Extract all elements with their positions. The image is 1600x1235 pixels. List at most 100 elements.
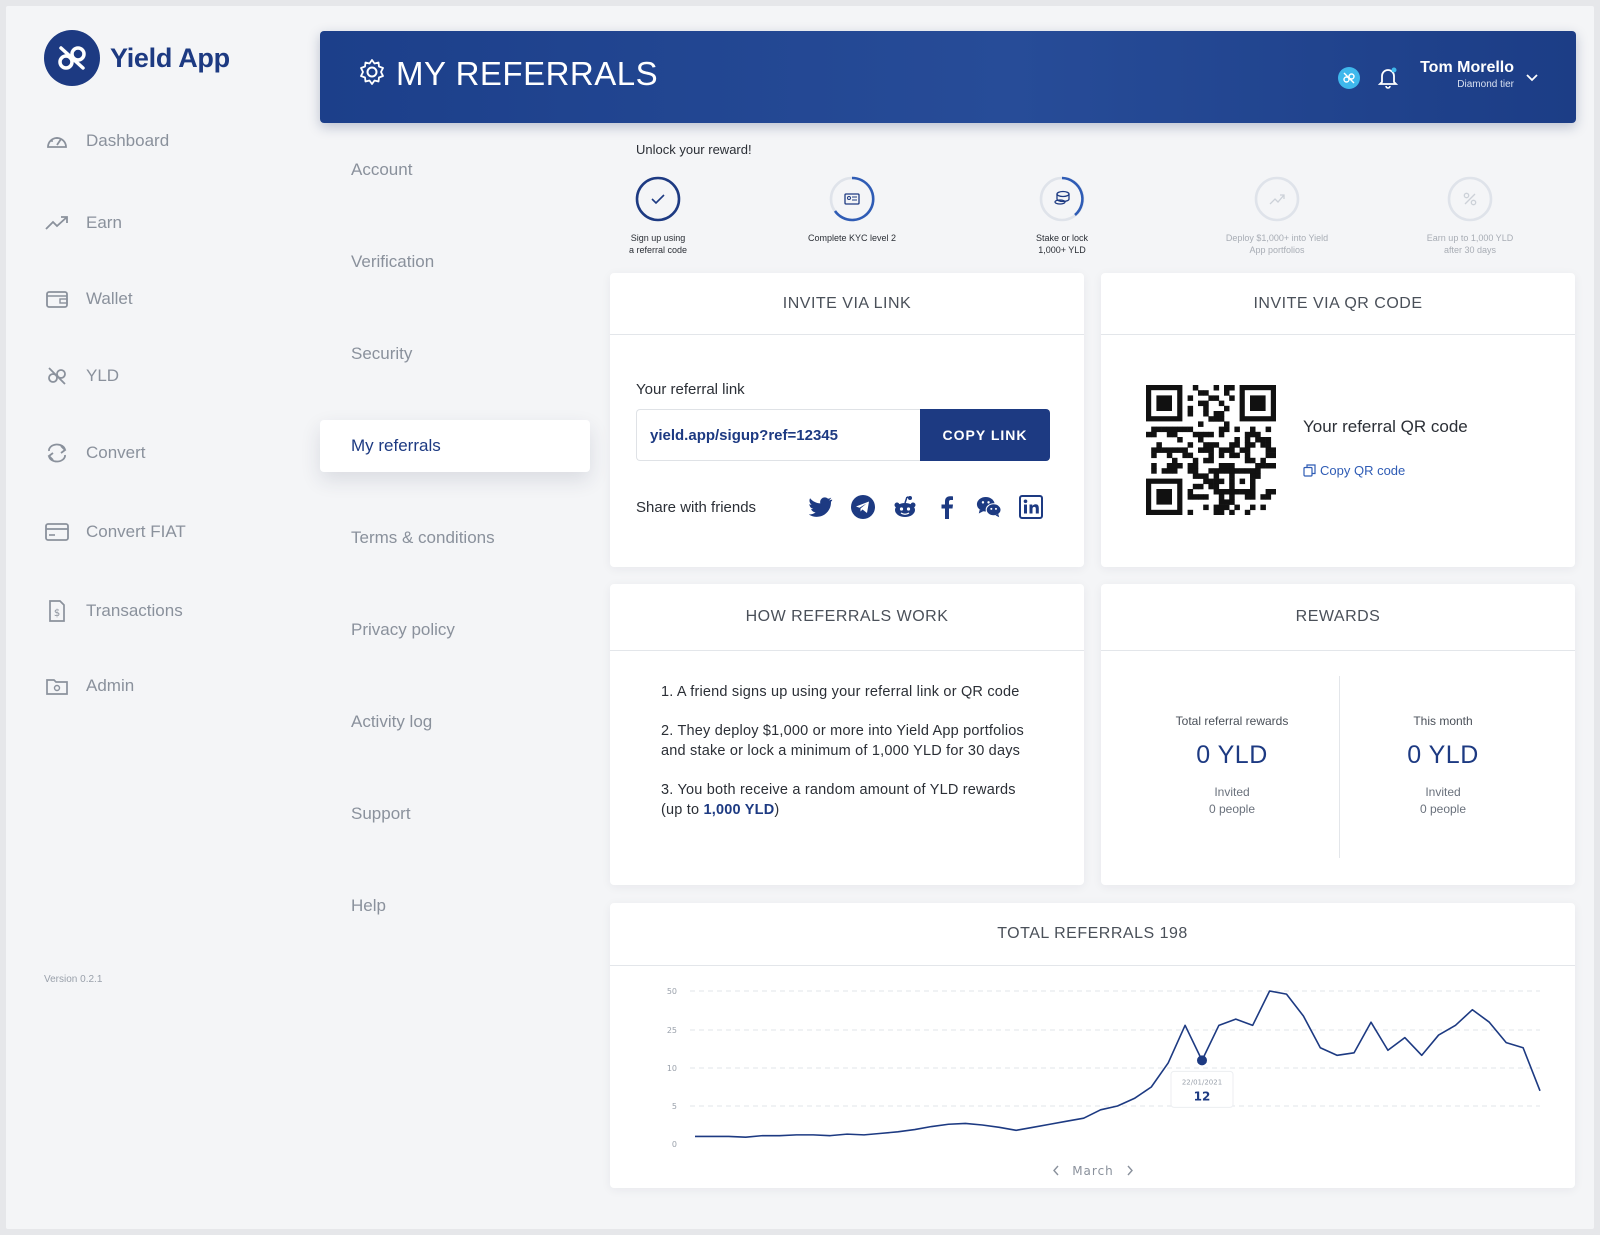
receipt-icon: $ [44,600,70,622]
yield-logo-icon [44,30,100,86]
step-kyc: Complete KYC level 2 [777,175,927,244]
total-rewards: Total referral rewards 0 YLD Invited 0 pe… [1127,714,1337,818]
sidebar-item-label: Earn [86,213,122,232]
dashboard-icon [44,130,70,152]
sidebar-item-convert[interactable]: Convert [44,438,264,468]
tab-help[interactable]: Help [320,880,590,932]
twitter-icon[interactable] [808,494,834,520]
sidebar-item-convert-fiat[interactable]: Convert FIAT [44,517,264,547]
chevron-right-icon[interactable] [1127,1165,1133,1176]
month-rewards: This month 0 YLD Invited 0 people [1338,714,1548,818]
y-tick-label: 25 [667,1026,677,1035]
percent-icon [1446,175,1494,223]
invited-label: Invited [1425,785,1461,799]
svg-text:$: $ [54,608,60,619]
reddit-icon[interactable] [892,494,918,520]
check-icon [634,175,682,223]
how-step-3-end: ) [774,802,780,818]
step-label: Stake or lock [1035,233,1089,243]
tab-support[interactable]: Support [320,788,590,840]
app-version: Version 0.2.1 [44,974,103,985]
month-label: March [1072,1164,1114,1178]
gear-icon [358,58,386,91]
rewards-card: REWARDS Total referral rewards 0 YLD Inv… [1101,584,1575,885]
how-steps: 1. A friend signs up using your referral… [661,682,1041,839]
yld-token-icon[interactable] [1338,67,1360,89]
yld-icon [44,365,70,387]
card-title: REWARDS [1101,584,1575,651]
sidebar-item-label: Convert FIAT [86,522,186,541]
chevron-left-icon[interactable] [1053,1165,1059,1176]
wechat-icon[interactable] [976,494,1002,520]
tab-account[interactable]: Account [320,144,590,196]
y-tick-label: 10 [667,1064,677,1073]
unlock-title: Unlock your reward! [636,142,752,157]
sidebar-item-label: Wallet [86,289,133,308]
step-label: Earn up to 1,000 YLD [1426,233,1514,243]
referral-link-field[interactable]: yield.app/sigup?ref=12345 [636,409,920,461]
invite-link-card: INVITE VIA LINK Your referral link yield… [610,273,1084,567]
sidebar-item-admin[interactable]: Admin [44,671,264,701]
sidebar-item-earn[interactable]: Earn [44,208,264,238]
page-title-text: MY REFERRALS [396,55,659,92]
id-card-icon [828,175,876,223]
invited-count: 0 people [1208,802,1256,816]
trend-up-icon [1253,175,1301,223]
tab-verification[interactable]: Verification [320,236,590,288]
tab-my-referrals[interactable]: My referrals [320,420,590,472]
convert-icon [44,442,70,464]
share-label: Share with friends [636,499,757,516]
tab-privacy-policy[interactable]: Privacy policy [320,604,590,656]
how-referrals-card: HOW REFERRALS WORK 1. A friend signs up … [610,584,1084,885]
how-step-1: 1. A friend signs up using your referral… [661,684,1020,700]
user-name: Tom Morello [1420,59,1514,76]
sidebar-item-label: Convert [86,443,146,462]
referral-link-label: Your referral link [636,381,745,398]
qr-code[interactable] [1146,385,1276,515]
sidebar-item-dashboard[interactable]: Dashboard [44,126,264,156]
step-label: 1,000+ YLD [1038,245,1086,255]
copy-qr-link[interactable]: Copy QR code [1303,463,1405,478]
step-label: Complete KYC level 2 [807,233,897,243]
user-tier: Diamond tier [1457,79,1514,90]
app-logo[interactable]: Yield App [44,30,230,86]
month-rewards-value: 0 YLD [1407,741,1479,769]
total-referrals-card: TOTAL REFERRALS 198 0 5 10 25 50 22/01/2021 12… [610,903,1575,1188]
step-earn: Earn up to 1,000 YLD after 30 days [1395,175,1545,256]
tab-activity-log[interactable]: Activity log [320,696,590,748]
app-name: Yield App [110,42,230,73]
copy-link-button[interactable]: COPY LINK [920,409,1050,461]
month-rewards-caption: This month [1413,714,1473,728]
tooltip-date: 22/01/2021 [1182,1078,1222,1086]
copy-icon [1303,464,1316,477]
step-label: Sign up using [630,233,686,243]
user-menu[interactable]: Tom Morello Diamond tier [1418,59,1514,90]
sidebar-item-label: Transactions [86,601,183,620]
highlight-point[interactable] [1197,1055,1207,1066]
sidebar-item-yld[interactable]: YLD [44,361,264,391]
sidebar-item-wallet[interactable]: Wallet [44,284,264,314]
page-title: MY REFERRALS [358,55,658,93]
tab-security[interactable]: Security [320,328,590,380]
facebook-icon[interactable] [934,494,960,520]
sidebar-item-transactions[interactable]: $ Transactions [44,596,264,626]
card-title: INVITE VIA LINK [610,273,1084,335]
card-title: HOW REFERRALS WORK [610,584,1084,651]
trend-up-icon [44,212,70,234]
how-step-3: 3. You both receive a random amount of Y… [661,780,1041,820]
card-icon [44,521,70,543]
step-label: App portfolios [1249,245,1305,255]
wallet-icon [44,288,70,310]
linkedin-icon[interactable] [1018,494,1044,520]
total-rewards-caption: Total referral rewards [1175,714,1289,728]
copy-qr-label: Copy QR code [1320,463,1406,478]
qr-title: Your referral QR code [1303,417,1468,436]
bell-icon[interactable] [1376,65,1400,89]
step-label: after 30 days [1443,245,1497,255]
telegram-icon[interactable] [850,494,876,520]
how-step-2: 2. They deploy $1,000 or more into Yield… [661,723,1024,759]
chevron-down-icon[interactable] [1526,69,1538,87]
tab-terms[interactable]: Terms & conditions [320,512,590,564]
how-step-3-amount: 1,000 YLD [703,802,775,818]
step-stake: Stake or lock 1,000+ YLD [987,175,1137,256]
